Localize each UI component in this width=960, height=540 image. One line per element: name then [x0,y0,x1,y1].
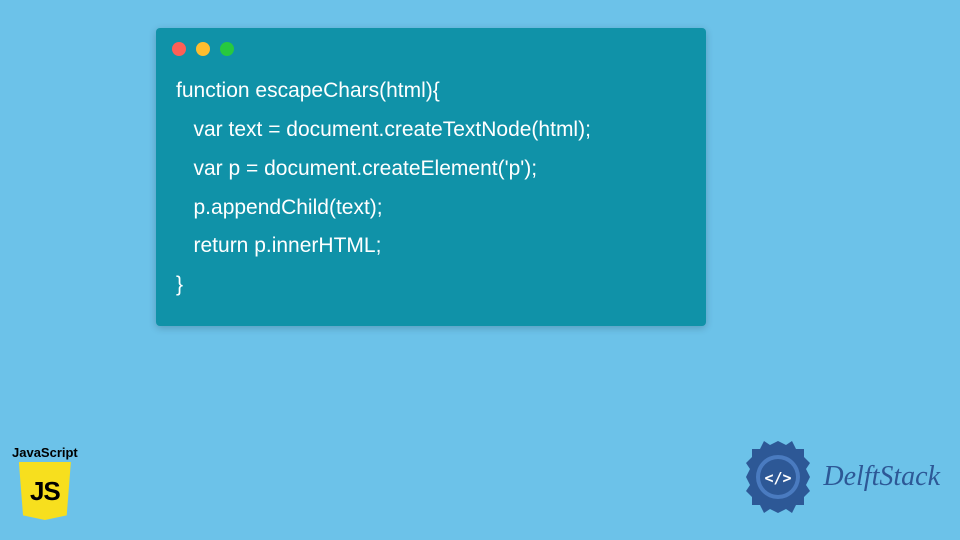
code-line: } [176,273,183,296]
javascript-logo-text: JS [30,476,60,507]
javascript-label: JavaScript [12,445,78,460]
code-line: p.appendChild(text); [176,196,383,219]
code-line: function escapeChars(html){ [176,79,440,102]
minimize-dot-icon [196,42,210,56]
javascript-logo-icon: JS [19,462,71,520]
code-line: return p.innerHTML; [176,234,381,257]
code-window: function escapeChars(html){ var text = d… [156,28,706,326]
svg-text:</>: </> [765,469,792,487]
code-content: function escapeChars(html){ var text = d… [156,64,706,325]
code-line: var p = document.createElement('p'); [176,157,537,180]
delftstack-logo-icon: </> [739,438,817,516]
maximize-dot-icon [220,42,234,56]
close-dot-icon [172,42,186,56]
javascript-badge: JavaScript JS [12,445,78,520]
delftstack-brand-name: DelftStack [823,461,940,493]
delftstack-brand: </> DelftStack [739,438,940,516]
code-line: var text = document.createTextNode(html)… [176,118,591,141]
window-controls [156,28,706,64]
